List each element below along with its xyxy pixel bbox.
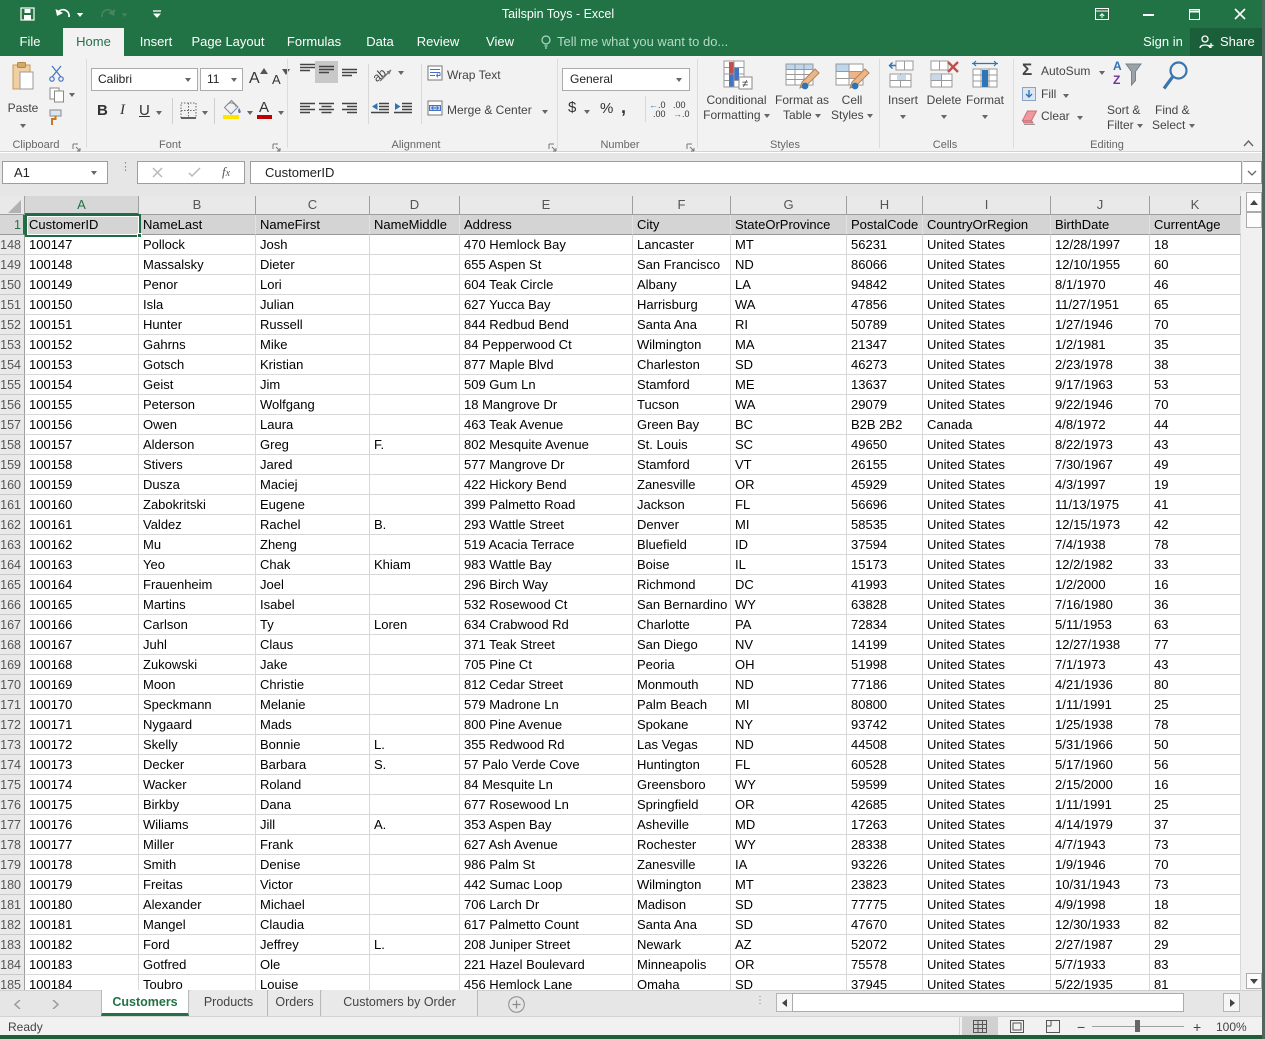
svg-text:≠: ≠ [742,78,748,90]
